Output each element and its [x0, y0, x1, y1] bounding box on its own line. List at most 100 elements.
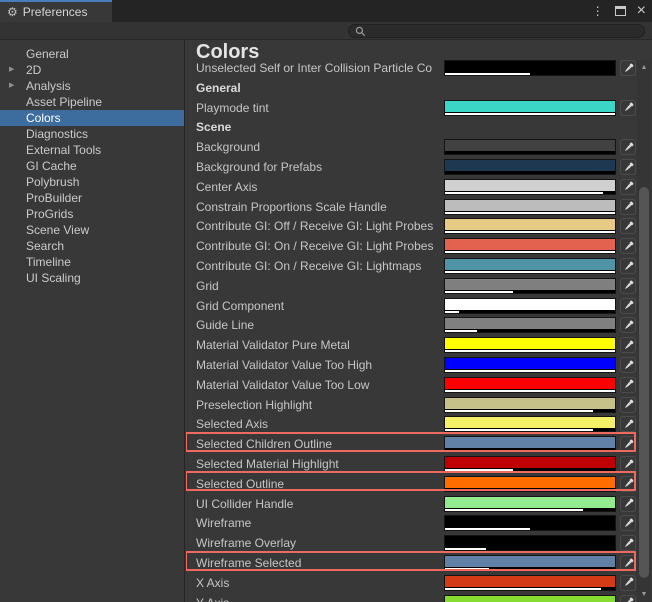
sidebar-item-asset-pipeline[interactable]: Asset Pipeline: [0, 94, 184, 110]
color-swatch[interactable]: [444, 317, 616, 334]
eyedropper-button[interactable]: [620, 178, 636, 195]
color-swatch-fill: [445, 318, 615, 330]
color-swatch[interactable]: [444, 436, 616, 453]
eyedropper-button[interactable]: [620, 297, 636, 314]
sidebar-item-external-tools[interactable]: External Tools: [0, 142, 184, 158]
sidebar-item-probuilder[interactable]: ProBuilder: [0, 190, 184, 206]
sidebar-item-scene-view[interactable]: Scene View: [0, 222, 184, 238]
color-swatch[interactable]: [444, 178, 616, 195]
eyedropper-button[interactable]: [620, 436, 636, 453]
scroll-down-icon[interactable]: ▼: [637, 591, 651, 598]
eyedropper-button[interactable]: [620, 396, 636, 413]
color-swatch[interactable]: [444, 594, 616, 602]
alpha-bar: [445, 587, 602, 590]
color-swatch[interactable]: [444, 574, 616, 591]
color-swatch[interactable]: [444, 456, 616, 472]
eyedropper-button[interactable]: [620, 277, 636, 294]
eyedropper-button[interactable]: [620, 555, 636, 571]
color-swatch[interactable]: [444, 297, 616, 314]
eyedropper-button[interactable]: [620, 139, 636, 156]
color-row-label: Wireframe Selected: [196, 556, 302, 570]
color-swatch[interactable]: [444, 555, 616, 571]
close-icon[interactable]: ×: [637, 3, 646, 19]
scrollbar[interactable]: ▲ ▼: [637, 60, 651, 602]
color-swatch[interactable]: [444, 475, 616, 492]
color-swatch[interactable]: [444, 99, 616, 116]
color-swatch[interactable]: [444, 495, 616, 512]
color-swatch[interactable]: [444, 159, 616, 175]
sidebar-item-diagnostics[interactable]: Diagnostics: [0, 126, 184, 142]
kebab-menu-icon[interactable]: ⋮: [592, 5, 604, 17]
eyedropper-icon: [624, 142, 633, 151]
color-swatch[interactable]: [444, 238, 616, 255]
eyedropper-button[interactable]: [620, 357, 636, 373]
sidebar-item-label: Polybrush: [26, 175, 80, 189]
eyedropper-button[interactable]: [620, 238, 636, 255]
alpha-strip: [445, 487, 615, 491]
eyedropper-button[interactable]: [620, 337, 636, 354]
sidebar-item-gi-cache[interactable]: GI Cache: [0, 158, 184, 174]
color-row-label: Selected Children Outline: [196, 437, 333, 452]
eyedropper-button[interactable]: [620, 535, 636, 552]
color-swatch[interactable]: [444, 277, 616, 294]
color-swatch-fill: [445, 298, 615, 310]
sidebar-item-progrids[interactable]: ProGrids: [0, 206, 184, 222]
color-swatch[interactable]: [444, 357, 616, 373]
scrollbar-thumb[interactable]: [639, 187, 649, 578]
sidebar-item-general[interactable]: General: [0, 46, 184, 62]
eyedropper-button[interactable]: [620, 416, 636, 433]
color-row: Selected Outline: [186, 474, 652, 494]
alpha-strip: [445, 349, 615, 353]
sidebar-item-ui-scaling[interactable]: UI Scaling: [0, 270, 184, 286]
eyedropper-button[interactable]: [620, 99, 636, 116]
sidebar-item-polybrush[interactable]: Polybrush: [0, 174, 184, 190]
color-swatch[interactable]: [444, 416, 616, 433]
eyedropper-button[interactable]: [620, 456, 636, 472]
color-swatch[interactable]: [444, 139, 616, 156]
sidebar-item-2d[interactable]: ▶ 2D: [0, 62, 184, 78]
color-swatch-fill: [445, 100, 615, 112]
eyedropper-button[interactable]: [620, 574, 636, 591]
eyedropper-button[interactable]: [620, 376, 636, 393]
eyedropper-button[interactable]: [620, 159, 636, 175]
color-swatch-fill: [445, 61, 615, 72]
scroll-up-icon[interactable]: ▲: [637, 64, 651, 71]
color-swatch[interactable]: [444, 535, 616, 552]
eyedropper-button[interactable]: [620, 317, 636, 334]
color-swatch[interactable]: [444, 337, 616, 354]
alpha-bar: [445, 508, 583, 511]
alpha-strip: [445, 230, 615, 234]
color-swatch[interactable]: [444, 60, 616, 76]
alpha-bar: [445, 271, 615, 273]
eyedropper-button[interactable]: [620, 198, 636, 215]
color-swatch[interactable]: [444, 218, 616, 235]
eyedropper-button[interactable]: [620, 515, 636, 532]
sidebar-item-timeline[interactable]: Timeline: [0, 254, 184, 270]
search-box[interactable]: [348, 24, 645, 38]
preferences-window: ⚙ Preferences ⋮ × General ▶ 2D ▶ Analysis Ass…: [0, 0, 652, 602]
eyedropper-button[interactable]: [620, 594, 636, 602]
color-swatch-fill: [445, 160, 615, 171]
sidebar-item-search[interactable]: Search: [0, 238, 184, 254]
sidebar-item-label: 2D: [26, 63, 42, 77]
search-input[interactable]: [370, 25, 638, 37]
sidebar-item-analysis[interactable]: ▶ Analysis: [0, 78, 184, 94]
window-tab-preferences[interactable]: ⚙ Preferences: [0, 0, 112, 22]
search-icon: [355, 26, 366, 36]
eyedropper-button[interactable]: [620, 475, 636, 492]
eyedropper-button[interactable]: [620, 258, 636, 274]
color-swatch[interactable]: [444, 376, 616, 393]
color-swatch[interactable]: [444, 396, 616, 413]
color-swatch[interactable]: [444, 258, 616, 274]
expand-triangle-icon[interactable]: ▶: [9, 62, 14, 78]
maximize-glyph: [614, 5, 626, 16]
sidebar-item-label: Analysis: [26, 79, 71, 93]
eyedropper-button[interactable]: [620, 495, 636, 512]
color-swatch[interactable]: [444, 515, 616, 532]
sidebar-item-colors[interactable]: Colors: [0, 110, 184, 126]
expand-triangle-icon[interactable]: ▶: [9, 78, 14, 94]
eyedropper-button[interactable]: [620, 218, 636, 235]
maximize-icon[interactable]: [614, 5, 626, 18]
eyedropper-button[interactable]: [620, 60, 636, 76]
color-swatch[interactable]: [444, 198, 616, 215]
